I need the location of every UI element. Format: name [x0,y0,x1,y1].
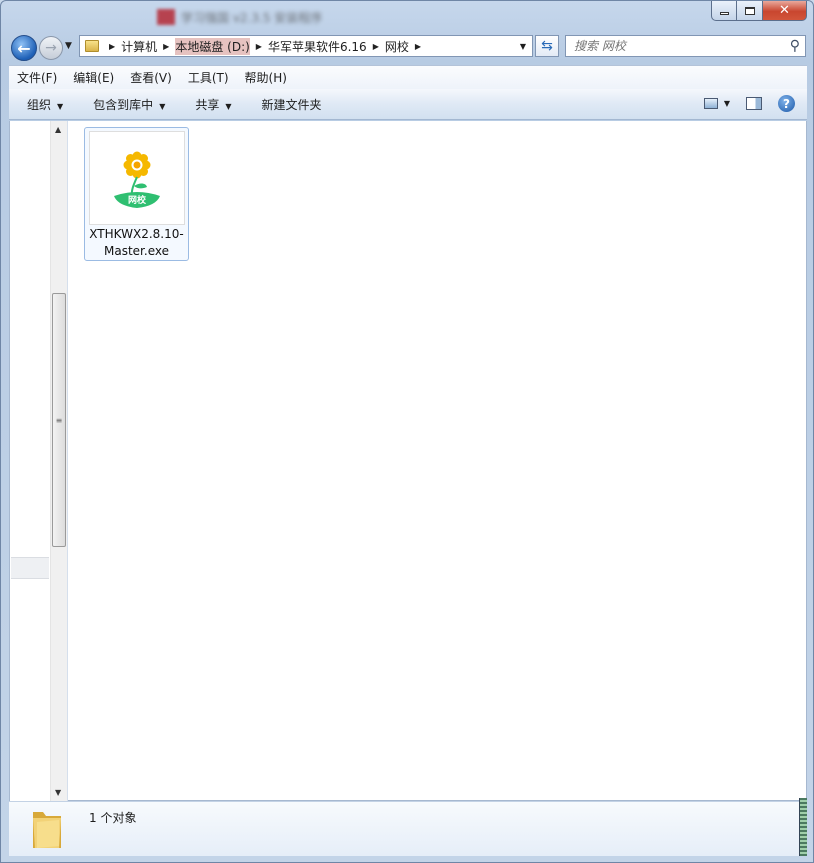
menu-file[interactable]: 文件(F) [9,69,65,86]
view-controls: ▼ ? [703,95,795,112]
chevron-down-icon: ▼ [65,41,72,51]
include-in-library-label: 包含到库中 [93,97,154,112]
share-button[interactable]: 共享 ▼ [177,96,243,113]
nav-pane-scrollbar[interactable]: ▲ ≡ ▼ [50,121,67,801]
preview-pane-icon[interactable] [746,97,762,110]
chevron-right-icon[interactable]: ▶ [163,42,169,51]
forward-button[interactable]: → [39,36,63,60]
address-bar[interactable]: ▶ 计算机 ▶ 本地磁盘 (D:) ▶ 华军苹果软件6.16 ▶ 网校 ▶ ▼ [79,35,533,57]
search-box[interactable]: ⚲ [565,35,806,57]
file-name: XTHKWX2.8.10-Master.exe [89,227,184,258]
menu-bar: 文件(F) 编辑(E) 查看(V) 工具(T) 帮助(H) [9,65,807,89]
navigation-bar: ← → ▼ ▶ 计算机 ▶ 本地磁盘 (D:) ▶ 华军苹果软件6.16 ▶ 网… [1,31,813,63]
grip-icon: ≡ [55,415,63,425]
file-thumbnail: 网校 [89,131,185,225]
back-arrow-icon: ← [17,38,31,58]
search-input[interactable] [566,36,776,56]
breadcrumb-computer[interactable]: 计算机 [121,38,157,55]
details-pane: 1 个对象 [9,798,807,856]
help-icon[interactable]: ? [778,95,795,112]
chevron-down-icon: ▼ [57,101,64,111]
maximize-icon [744,6,755,15]
organize-label: 组织 [27,97,52,112]
chevron-right-icon[interactable]: ▶ [109,42,115,51]
breadcrumb-current-folder[interactable]: 网校 [385,38,409,55]
change-view-icon[interactable] [703,98,718,109]
resize-grip-icon[interactable] [799,798,807,856]
organize-button[interactable]: 组织 ▼ [9,96,75,113]
caption-buttons: ✕ [711,1,807,21]
minimize-button[interactable] [711,1,737,21]
close-icon: ✕ [779,3,790,18]
menu-tools[interactable]: 工具(T) [180,69,237,86]
command-bar: 组织 ▼ 包含到库中 ▼ 共享 ▼ 新建文件夹 ▼ ? [9,89,807,120]
nav-selected-item[interactable] [11,557,49,579]
item-count: 1 个对象 [89,811,137,825]
breadcrumb-local-disk[interactable]: 本地磁盘 (D:) [175,37,250,55]
share-label: 共享 [195,97,220,112]
breadcrumb-software-folder[interactable]: 华军苹果软件6.16 [268,38,367,55]
menu-view[interactable]: 查看(V) [122,69,180,86]
maximize-button[interactable] [737,1,763,21]
include-in-library-button[interactable]: 包含到库中 ▼ [75,96,177,113]
recent-pages-button[interactable]: ▼ [65,41,72,51]
search-icon[interactable]: ⚲ [790,38,800,54]
folder-icon [33,812,61,848]
explorer-window: 学习强国 v2.3.5 安装程序 ✕ ← → ▼ ▶ 计算机 ▶ 本地磁盘 (D… [0,0,814,863]
chevron-right-icon[interactable]: ▶ [256,42,262,51]
app-icon-text: 网校 [128,194,147,206]
back-button[interactable]: ← [11,35,37,61]
scroll-up-icon[interactable]: ▲ [55,125,61,134]
scrollbar-thumb[interactable]: ≡ [52,293,66,547]
content-area: ▲ ≡ ▼ 网校 XTHKWX2.8.10-Master.exe [9,121,807,801]
refresh-button[interactable]: ⇆ [535,35,559,57]
navigation-pane: ▲ ≡ ▼ [10,121,68,801]
close-button[interactable]: ✕ [763,1,807,21]
scroll-down-icon[interactable]: ▼ [55,788,61,797]
chevron-down-icon: ▼ [225,101,232,111]
address-dropdown-icon[interactable]: ▼ [520,42,526,51]
minimize-icon [719,12,729,15]
menu-help[interactable]: 帮助(H) [237,69,295,86]
forward-arrow-icon: → [45,40,57,56]
app-title-icon [157,9,175,25]
new-folder-button[interactable]: 新建文件夹 [244,96,334,113]
sunflower-app-icon: 网校 [114,151,160,208]
title-bar[interactable]: 学习强国 v2.3.5 安装程序 ✕ [1,1,813,33]
refresh-icon: ⇆ [541,38,553,54]
window-title: 学习强国 v2.3.5 安装程序 [181,11,323,25]
chevron-down-icon: ▼ [159,101,166,111]
folder-icon [85,40,99,52]
menu-edit[interactable]: 编辑(E) [65,69,122,86]
chevron-right-icon[interactable]: ▶ [373,42,379,51]
file-item[interactable]: 网校 XTHKWX2.8.10-Master.exe [84,127,189,261]
chevron-down-icon[interactable]: ▼ [724,99,730,108]
chevron-right-icon[interactable]: ▶ [415,42,421,51]
